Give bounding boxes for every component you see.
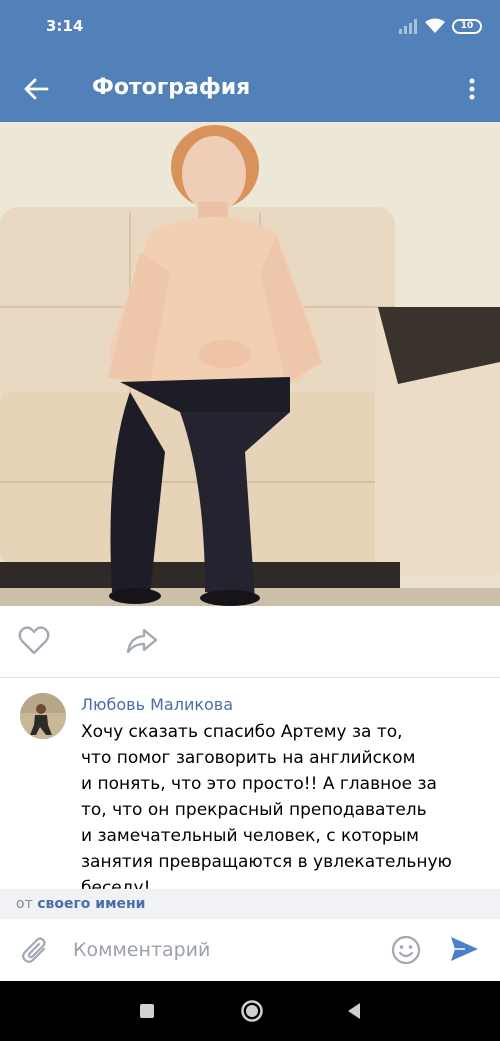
page-title: Фотография	[92, 75, 251, 100]
post-as-prefix: от	[16, 896, 33, 912]
battery-level: 10	[460, 20, 474, 31]
recent-apps-button[interactable]	[133, 997, 161, 1025]
share-button[interactable]	[125, 626, 161, 658]
more-button[interactable]	[458, 68, 486, 110]
post-as-bar: от своего имени	[0, 889, 500, 919]
like-button[interactable]	[18, 626, 54, 658]
post-as-link[interactable]: своего имени	[37, 896, 145, 912]
comment-author[interactable]: Любовь Маликова	[81, 695, 233, 714]
more-vertical-icon	[469, 78, 475, 100]
paperclip-icon	[22, 937, 46, 963]
send-icon	[451, 937, 478, 961]
avatar-image	[20, 693, 66, 739]
avatar[interactable]	[20, 693, 66, 739]
photo-image	[0, 122, 500, 606]
toolbar: Фотография	[0, 56, 500, 122]
comment-composer	[0, 919, 500, 981]
status-icons: 10	[398, 17, 482, 35]
app-header: 3:14 10 Фотография	[0, 0, 500, 122]
photo-actions	[0, 606, 500, 678]
send-button[interactable]	[448, 934, 482, 966]
comment-input[interactable]	[73, 931, 373, 969]
comment: Любовь Маликова Хочу сказать спасибо Арт…	[0, 679, 500, 889]
system-nav-bar	[0, 981, 500, 1041]
home-button[interactable]	[238, 997, 266, 1025]
heart-icon	[18, 626, 50, 655]
home-icon	[241, 1000, 263, 1022]
arrow-left-icon	[24, 78, 49, 100]
back-icon	[348, 1003, 360, 1019]
signal-icon	[399, 19, 417, 34]
status-time: 3:14	[46, 17, 84, 35]
recent-apps-icon	[140, 1004, 154, 1018]
photo[interactable]	[0, 122, 500, 606]
smile-icon	[391, 935, 421, 965]
share-icon	[126, 628, 158, 654]
back-button[interactable]	[14, 68, 58, 110]
battery-icon: 10	[452, 18, 482, 34]
back-nav-button[interactable]	[340, 997, 368, 1025]
emoji-button[interactable]	[390, 934, 422, 966]
attach-button[interactable]	[20, 935, 52, 967]
wifi-icon	[425, 18, 445, 33]
status-bar: 3:14 10	[0, 0, 500, 56]
comment-text: Хочу сказать спасибо Артему за то, что п…	[81, 722, 452, 889]
